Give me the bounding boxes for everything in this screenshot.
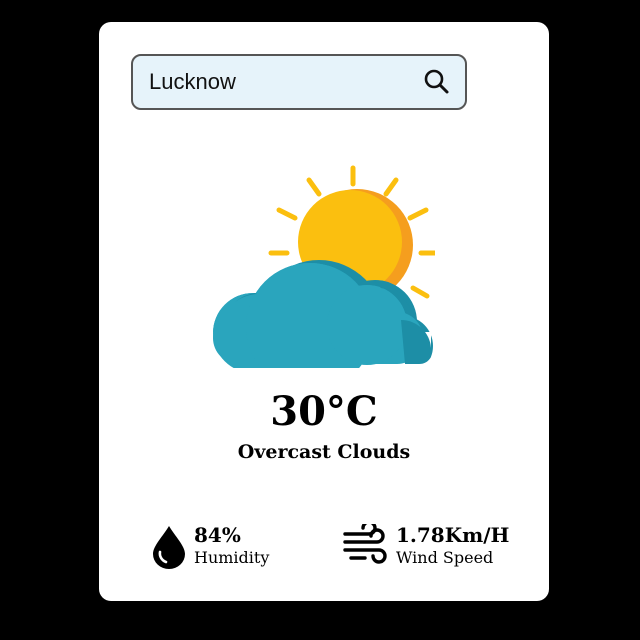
water-drop-icon <box>153 526 185 569</box>
humidity-value: 84% <box>194 523 241 547</box>
wind-value: 1.78Km/H <box>396 523 510 547</box>
humidity-label: Humidity <box>194 548 270 567</box>
search-input[interactable] <box>149 56 409 108</box>
search-icon <box>424 69 449 94</box>
weather-card: 30°C Overcast Clouds 84% Humidity 1.78Km… <box>99 22 549 601</box>
wind-icon <box>343 524 387 564</box>
wind-label: Wind Speed <box>396 548 494 567</box>
search-bar <box>131 54 467 110</box>
search-button[interactable] <box>421 66 453 98</box>
humidity-block: 84% Humidity <box>151 522 291 572</box>
weather-condition: Overcast Clouds <box>237 441 411 463</box>
wind-block: 1.78Km/H Wind Speed <box>343 522 513 572</box>
temperature: 30°C <box>270 388 378 435</box>
sun-behind-cloud-icon <box>213 165 435 368</box>
